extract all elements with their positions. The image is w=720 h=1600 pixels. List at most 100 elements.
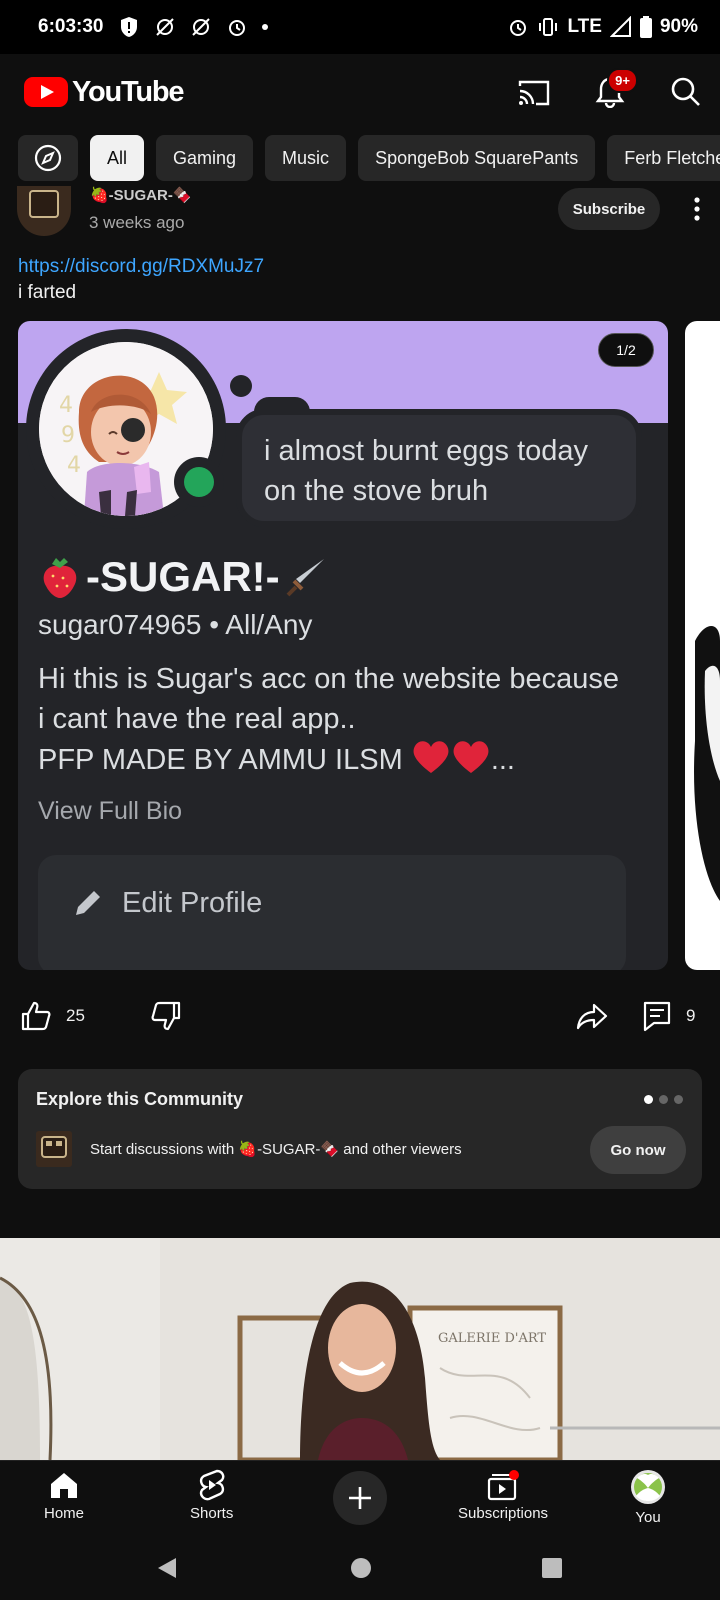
comments-button[interactable]: 9 — [642, 1000, 695, 1032]
bio-line-text: PFP MADE BY AMMU ILSM — [38, 744, 403, 776]
chip-gaming[interactable]: Gaming — [156, 135, 254, 181]
nav-subscriptions-label: Subscriptions — [458, 1505, 549, 1522]
cast-icon — [518, 80, 550, 106]
nav-shorts[interactable]: Shorts — [190, 1469, 233, 1522]
create-button[interactable] — [333, 1471, 387, 1525]
share-button[interactable] — [576, 1000, 608, 1032]
nav-you-label: You — [635, 1509, 661, 1526]
community-avatar — [36, 1131, 72, 1167]
carousel-dot — [674, 1095, 683, 1104]
poster-sign-text: GALERIE D'ART — [438, 1331, 546, 1346]
strawberry-icon — [43, 558, 77, 598]
community-title: Explore this Community — [36, 1089, 244, 1109]
alarm-icon — [228, 20, 245, 36]
search-button[interactable] — [668, 74, 704, 110]
video-thumbnail[interactable]: GALERIE D'ART — [0, 1238, 720, 1460]
like-count: 25 — [66, 1006, 85, 1025]
next-image-preview[interactable] — [685, 321, 720, 970]
avatar-image — [29, 190, 59, 218]
filter-chips: All Gaming Music SpongeBob SquarePants F… — [18, 135, 720, 181]
status-bar: 6:03:30 LTE 90% — [0, 0, 720, 54]
thought-bubble-dot — [230, 375, 252, 397]
chip-all[interactable]: All — [90, 135, 145, 181]
nav-home-label: Home — [44, 1505, 85, 1522]
sync-off-icon — [191, 18, 210, 36]
profile-display-name: -SUGAR!- — [38, 553, 328, 601]
carousel-dot — [644, 1095, 653, 1104]
network-type: LTE — [567, 16, 602, 37]
heart-icon — [413, 741, 449, 773]
app-bar: YouTube 9+ — [0, 54, 720, 130]
share-icon — [576, 1003, 608, 1030]
view-full-bio: View Full Bio — [38, 797, 183, 825]
more-options-icon[interactable] — [682, 194, 712, 224]
nav-home[interactable]: Home — [44, 1469, 84, 1522]
nav-subscriptions[interactable]: Subscriptions — [458, 1469, 548, 1522]
app-name: YouTube — [72, 75, 185, 108]
battery-level: 90% — [659, 16, 698, 37]
home-circle-icon[interactable] — [350, 1557, 372, 1579]
profile-name-text: -SUGAR!- — [86, 553, 280, 600]
explore-community-card: Explore this Community Start discussions… — [18, 1069, 702, 1189]
vibrate-icon — [539, 18, 558, 36]
subscribe-button[interactable]: Subscribe — [558, 188, 660, 230]
like-button[interactable]: 25 — [20, 1000, 85, 1032]
custom-status: i almost burnt eggs today on the stove b… — [236, 409, 642, 527]
cast-button[interactable] — [516, 74, 552, 110]
svg-text:9: 9 — [61, 423, 75, 448]
alarm-icon — [510, 20, 527, 36]
post-text: i farted — [18, 282, 77, 303]
thumbs-up-icon — [21, 1001, 51, 1031]
post-link[interactable]: https://discord.gg/RDXMuJz7 — [18, 256, 264, 278]
notification-badge: 9+ — [607, 68, 638, 93]
edit-profile-button: Edit Profile — [38, 855, 626, 970]
heart-icon — [453, 741, 489, 773]
shield-icon — [120, 17, 137, 37]
profile-bio: Hi this is Sugar's acc on the website be… — [38, 659, 648, 780]
subscriptions-icon — [487, 1470, 520, 1501]
notifications-button[interactable]: 9+ — [592, 68, 638, 110]
next-image-drawing — [694, 626, 720, 901]
channel-name[interactable]: 🍓-SUGAR-🍫 — [90, 186, 192, 204]
shorts-icon — [199, 1469, 225, 1501]
svg-text:4: 4 — [67, 453, 81, 478]
bio-line: i cant have the real app.. — [38, 703, 356, 735]
carousel-dot — [659, 1095, 668, 1104]
compass-icon — [34, 144, 62, 172]
system-navigation-bar — [0, 1532, 720, 1600]
back-icon[interactable] — [156, 1556, 178, 1580]
edit-profile-label: Edit Profile — [122, 887, 263, 919]
bio-line: PFP MADE BY AMMU ILSM ... — [38, 739, 648, 780]
svg-text:4: 4 — [59, 393, 73, 418]
signal-icon — [609, 16, 631, 37]
post-header: 🍓-SUGAR-🍫 3 weeks ago Subscribe — [0, 186, 720, 246]
dot-icon — [261, 24, 268, 30]
post-actions: 25 9 — [0, 994, 720, 1038]
chip-music[interactable]: Music — [265, 135, 347, 181]
comment-icon — [643, 1001, 671, 1032]
thumbs-down-icon — [151, 1001, 181, 1031]
explore-button[interactable] — [18, 135, 78, 181]
search-icon — [671, 77, 700, 106]
post-image[interactable]: 4 9 4 i almost burnt eggs today on the s… — [18, 321, 668, 970]
carousel-dots — [644, 1095, 683, 1104]
chip-spongebob[interactable]: SpongeBob SquarePants — [358, 135, 596, 181]
image-counter: 1/2 — [598, 333, 654, 367]
go-now-button[interactable]: Go now — [590, 1126, 686, 1174]
comment-count: 9 — [686, 1006, 696, 1025]
sync-off-icon — [155, 18, 174, 36]
video-thumbnail-image: GALERIE D'ART — [0, 1238, 720, 1460]
xbox-avatar-icon — [631, 1470, 665, 1504]
profile-username: sugar074965 • All/Any — [38, 609, 313, 640]
dislike-button[interactable] — [150, 1000, 182, 1032]
battery-icon — [639, 16, 652, 38]
online-status-icon — [184, 467, 214, 497]
youtube-logo[interactable]: YouTube — [24, 75, 185, 109]
channel-avatar[interactable] — [17, 186, 71, 236]
recents-icon[interactable] — [541, 1557, 563, 1579]
chip-ferb-fletcher[interactable]: Ferb Fletcher — [607, 135, 720, 181]
status-time: 6:03:30 — [38, 16, 104, 37]
plus-icon — [349, 1487, 371, 1509]
nav-you[interactable]: You — [630, 1469, 666, 1526]
nav-shorts-label: Shorts — [190, 1505, 234, 1522]
